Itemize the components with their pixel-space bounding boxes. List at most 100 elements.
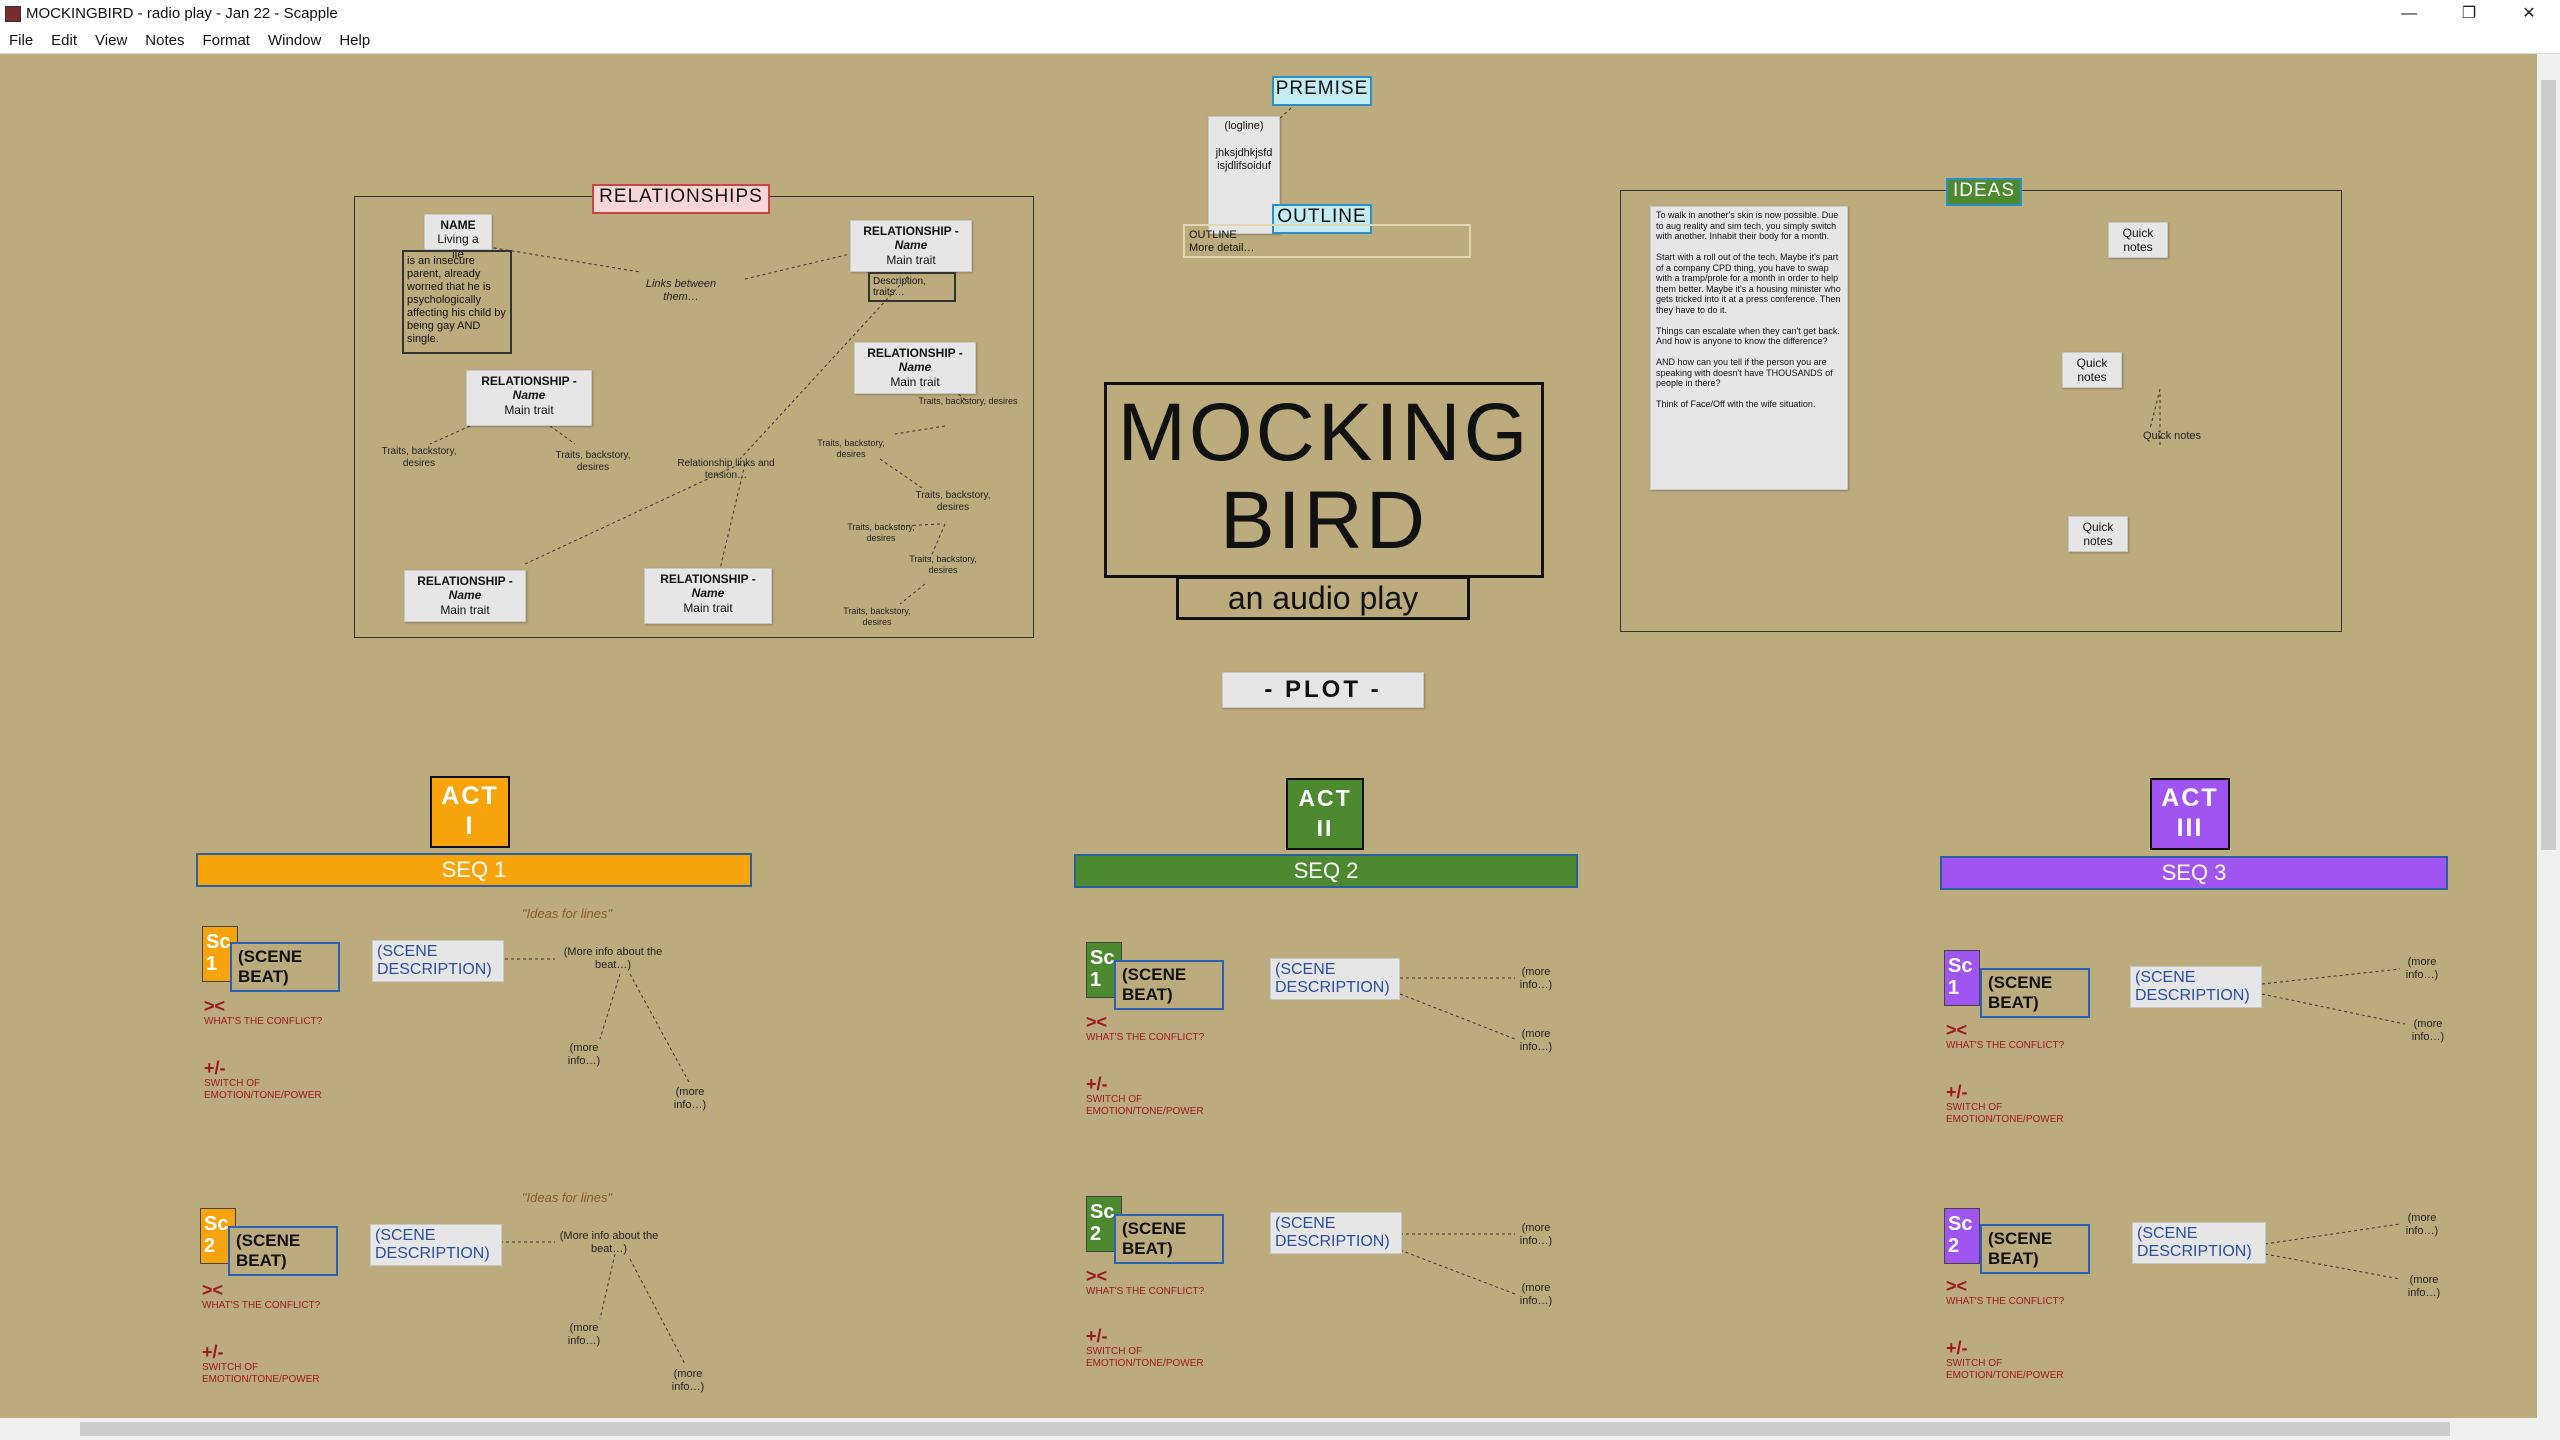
more-info[interactable]: (more info…) — [1516, 1282, 1556, 1308]
relationship-note-4[interactable]: RELATIONSHIP - Name Main trait — [404, 570, 526, 622]
more-info[interactable]: (more info…) — [2408, 1018, 2448, 1044]
ideas-for-lines[interactable]: "Ideas for lines" — [512, 1190, 622, 1206]
more-info[interactable]: (more info…) — [2404, 1274, 2444, 1300]
more-info[interactable]: (more info…) — [1516, 1222, 1556, 1248]
conflict-prompt[interactable]: >< WHAT'S THE CONFLICT? — [1946, 1276, 2096, 1308]
sc-label: Sc — [1948, 1213, 1973, 1235]
scroll-corner — [2537, 1418, 2560, 1440]
outline-note[interactable]: OUTLINE More detail… — [1183, 224, 1471, 258]
premise-note[interactable]: (logline) jhksjdhkjsfd isjdlifsoiduf — [1208, 116, 1280, 234]
more-info[interactable]: (more info…) — [562, 1322, 606, 1348]
switch-symbol: +/- — [1946, 1082, 1968, 1102]
seq-2-bar[interactable]: SEQ 2 — [1074, 854, 1578, 888]
scene-beat[interactable]: (SCENE BEAT) — [230, 942, 340, 992]
menu-window[interactable]: Window — [259, 28, 330, 49]
lie-note[interactable]: is an insecure parent, already worried t… — [402, 250, 512, 354]
scene-beat[interactable]: (SCENE BEAT) — [1114, 1214, 1224, 1264]
quick-note[interactable]: Quick notes — [2068, 516, 2128, 552]
more-info[interactable]: (more info…) — [666, 1368, 710, 1394]
menu-help[interactable]: Help — [330, 28, 379, 49]
maximize-button[interactable]: ❐ — [2440, 0, 2498, 28]
minimize-button[interactable]: — — [2380, 0, 2438, 28]
scene-beat[interactable]: (SCENE BEAT) — [1980, 968, 2090, 1018]
close-button[interactable]: ✕ — [2500, 0, 2558, 28]
traits-text[interactable]: Traits, backstory, desires — [832, 606, 922, 628]
more-info[interactable]: (more info…) — [1516, 1028, 1556, 1054]
scene-description[interactable]: (SCENE DESCRIPTION) — [370, 1224, 502, 1266]
scene-beat[interactable]: (SCENE BEAT) — [228, 1226, 338, 1276]
more-about-beat[interactable]: (More info about the beat…) — [554, 1230, 664, 1256]
scene-description[interactable]: (SCENE DESCRIPTION) — [372, 940, 504, 982]
more-info[interactable]: (more info…) — [2402, 956, 2442, 982]
ideas-for-lines[interactable]: "Ideas for lines" — [512, 906, 622, 922]
more-info[interactable]: (more info…) — [1516, 966, 1556, 992]
switch-symbol: +/- — [1946, 1338, 1968, 1358]
traits-text[interactable]: Traits, backstory, desires — [374, 446, 464, 470]
switch-prompt[interactable]: +/- SWITCH OF EMOTION/TONE/POWER — [202, 1342, 332, 1386]
vertical-scroll-thumb[interactable] — [2541, 80, 2556, 850]
more-info[interactable]: (more info…) — [668, 1086, 712, 1112]
more-about-beat[interactable]: (More info about the beat…) — [558, 946, 668, 972]
seq-3-bar[interactable]: SEQ 3 — [1940, 856, 2448, 890]
horizontal-scroll-thumb[interactable] — [80, 1422, 2450, 1436]
traits-text[interactable]: Traits, backstory, desires — [836, 522, 926, 544]
act-3-sc-1-badge[interactable]: Sc 1 — [1944, 950, 1980, 1006]
relationship-note-3[interactable]: RELATIONSHIP - Name Main trait — [854, 342, 976, 394]
links-between-text[interactable]: Links between them… — [636, 278, 726, 304]
more-info[interactable]: (more info…) — [2402, 1212, 2442, 1238]
relationship-note-2[interactable]: RELATIONSHIP - Name Main trait — [466, 370, 592, 426]
conflict-symbol: >< — [1086, 1266, 1108, 1286]
relationship-note-5[interactable]: RELATIONSHIP - Name Main trait — [644, 568, 772, 624]
seq-1-bar[interactable]: SEQ 1 — [196, 853, 752, 887]
scene-description[interactable]: (SCENE DESCRIPTION) — [2130, 966, 2262, 1008]
switch-symbol: +/- — [204, 1058, 226, 1078]
scene-description[interactable]: (SCENE DESCRIPTION) — [2132, 1222, 2266, 1264]
relationships-header[interactable]: RELATIONSHIPS — [592, 184, 770, 214]
conflict-prompt[interactable]: >< WHAT'S THE CONFLICT? — [1086, 1266, 1236, 1298]
subtitle-note[interactable]: an audio play — [1176, 576, 1470, 620]
ideas-note[interactable]: To walk in another's skin is now possibl… — [1650, 206, 1848, 490]
quick-note[interactable]: Quick notes — [2062, 352, 2122, 388]
name-note[interactable]: NAME Living a lie — [424, 214, 492, 261]
switch-prompt[interactable]: +/- SWITCH OF EMOTION/TONE/POWER — [1946, 1338, 2076, 1382]
act-3-sc-2-badge[interactable]: Sc 2 — [1944, 1208, 1980, 1264]
switch-prompt[interactable]: +/- SWITCH OF EMOTION/TONE/POWER — [1946, 1082, 2076, 1126]
switch-prompt[interactable]: +/- SWITCH OF EMOTION/TONE/POWER — [1086, 1326, 1216, 1370]
switch-prompt[interactable]: +/- SWITCH OF EMOTION/TONE/POWER — [1086, 1074, 1216, 1118]
title-block[interactable]: MOCKING BIRD — [1104, 382, 1544, 578]
conflict-prompt[interactable]: >< WHAT'S THE CONFLICT? — [202, 1280, 352, 1312]
tension-text[interactable]: Relationship links and tension… — [674, 458, 778, 482]
ideas-header[interactable]: IDEAS — [1946, 178, 2022, 206]
traits-text[interactable]: Traits, backstory, desires — [908, 490, 998, 514]
menu-notes[interactable]: Notes — [136, 28, 193, 49]
premise-header[interactable]: PREMISE — [1272, 76, 1372, 106]
menu-file[interactable]: File — [0, 28, 42, 49]
quick-note-plain[interactable]: Quick notes — [2142, 430, 2202, 443]
conflict-prompt[interactable]: >< WHAT'S THE CONFLICT? — [1086, 1012, 1236, 1044]
act-label: ACT — [1298, 785, 1352, 811]
menu-edit[interactable]: Edit — [42, 28, 86, 49]
traits-text[interactable]: Traits, backstory, desires — [548, 450, 638, 474]
description-note[interactable]: Description, traits… — [868, 272, 956, 302]
more-info[interactable]: (more info…) — [562, 1042, 606, 1068]
menu-view[interactable]: View — [86, 28, 136, 49]
scene-beat[interactable]: (SCENE BEAT) — [1980, 1224, 2090, 1274]
menu-format[interactable]: Format — [193, 28, 259, 49]
relationship-note-1[interactable]: RELATIONSHIP - Name Main trait — [850, 220, 972, 272]
act-3-badge[interactable]: ACT III — [2150, 778, 2230, 850]
scene-beat[interactable]: (SCENE BEAT) — [1114, 960, 1224, 1010]
traits-text[interactable]: Traits, backstory, desires — [898, 554, 988, 576]
act-1-badge[interactable]: ACT I — [430, 776, 510, 848]
conflict-prompt[interactable]: >< WHAT'S THE CONFLICT? — [1946, 1020, 2096, 1052]
scapple-canvas[interactable]: PREMISE (logline) jhksjdhkjsfd isjdlifso… — [0, 54, 2537, 1418]
conflict-prompt[interactable]: >< WHAT'S THE CONFLICT? — [204, 996, 354, 1028]
window-title: MOCKINGBIRD - radio play - Jan 22 - Scap… — [26, 5, 338, 22]
scene-description[interactable]: (SCENE DESCRIPTION) — [1270, 958, 1400, 1000]
traits-text[interactable]: Traits, backstory, desires — [918, 396, 1018, 407]
plot-header[interactable]: - PLOT - — [1222, 672, 1424, 708]
traits-text[interactable]: Traits, backstory, desires — [806, 438, 896, 460]
switch-prompt[interactable]: +/- SWITCH OF EMOTION/TONE/POWER — [204, 1058, 334, 1102]
scene-description[interactable]: (SCENE DESCRIPTION) — [1270, 1212, 1402, 1254]
act-2-badge[interactable]: ACT II — [1286, 778, 1364, 850]
quick-note[interactable]: Quick notes — [2108, 222, 2168, 258]
